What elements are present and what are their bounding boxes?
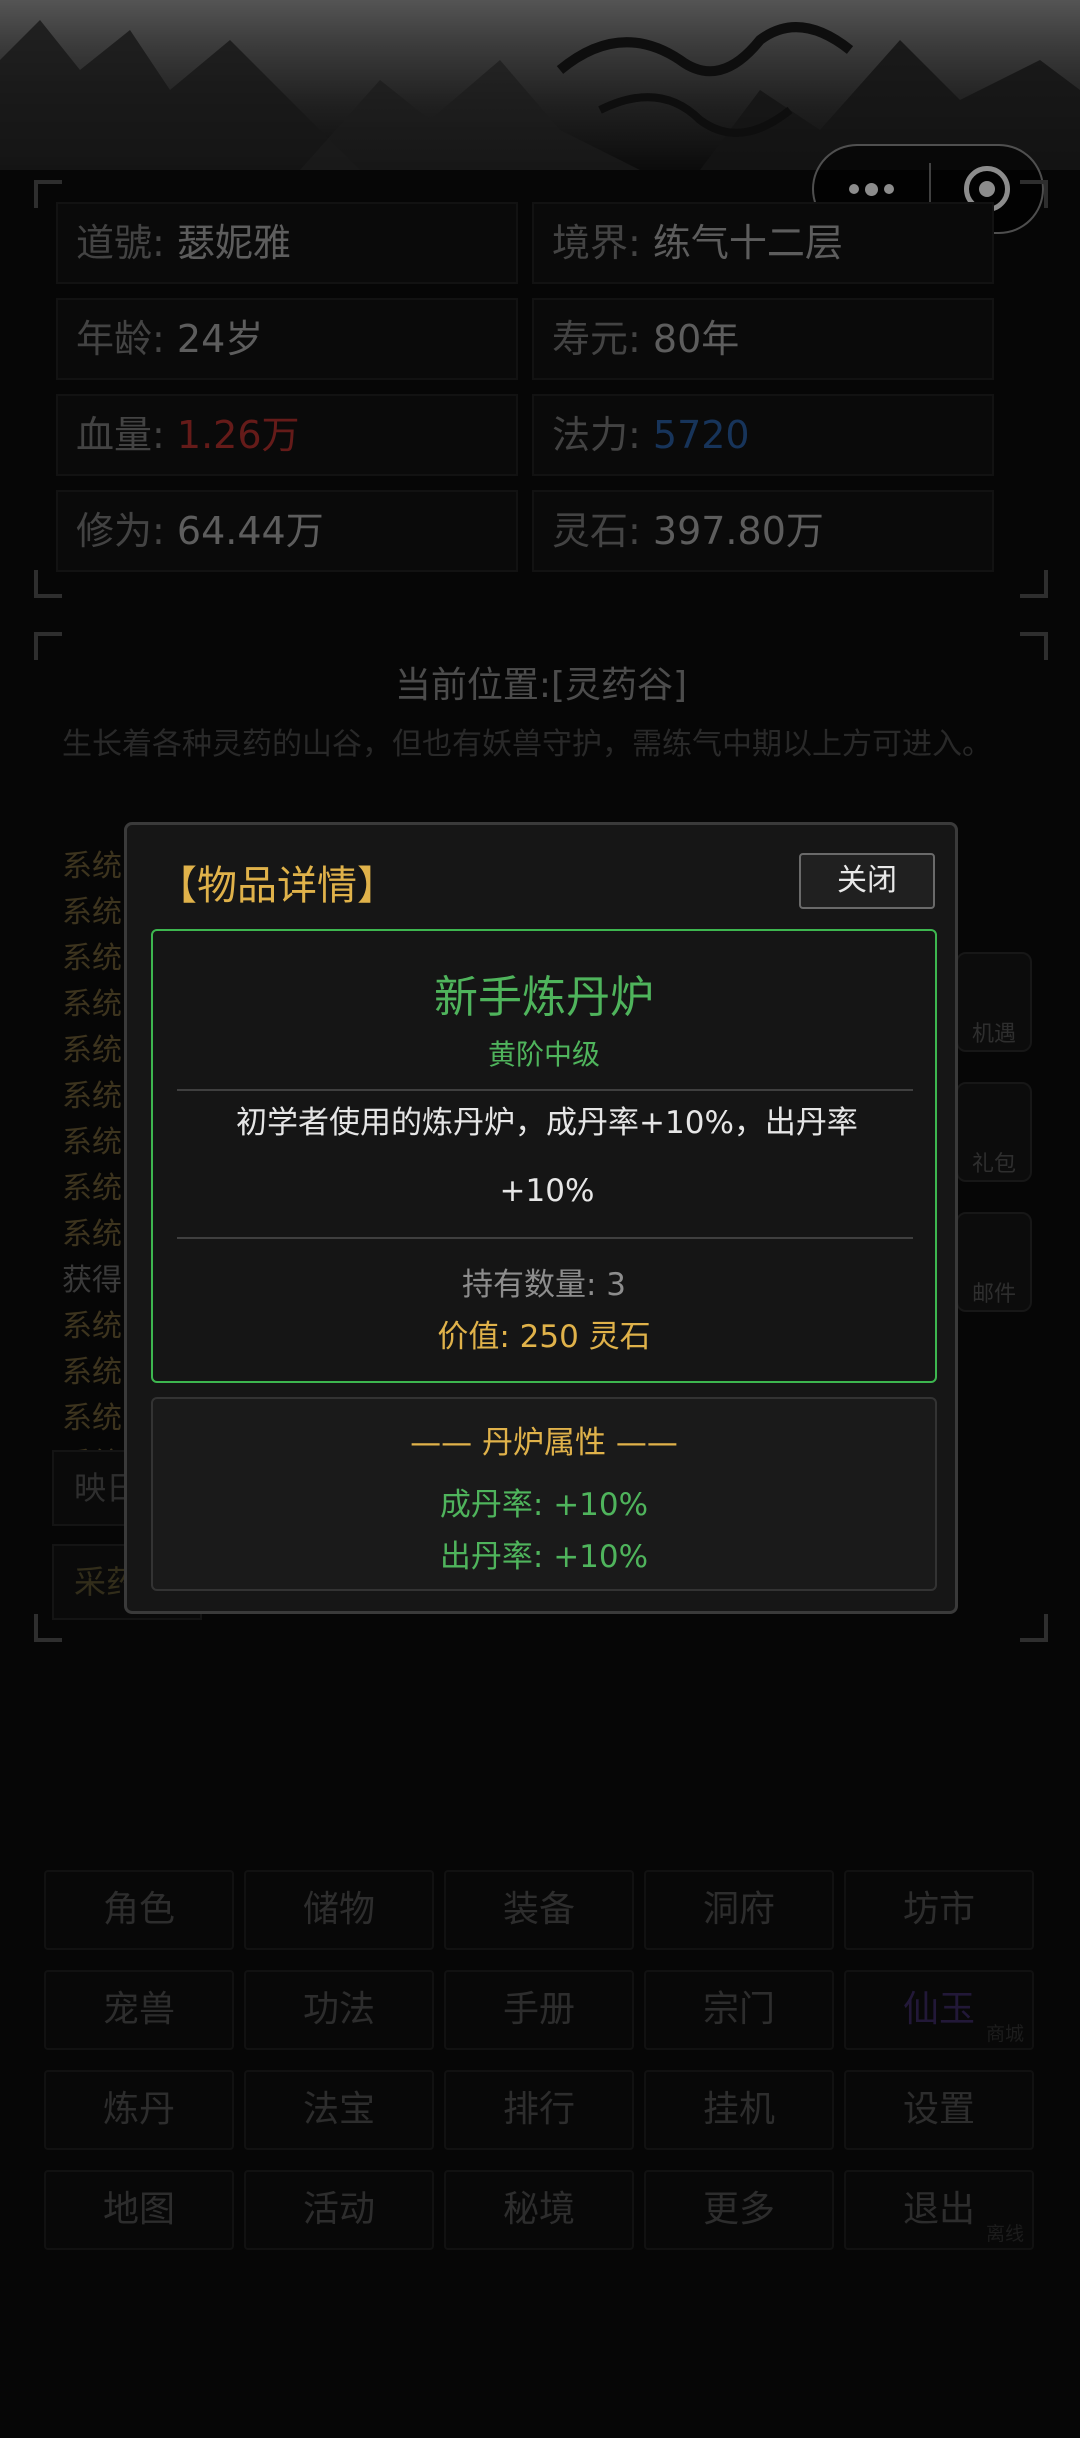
item-info-card: 新手炼丹炉 黄阶中级 初学者使用的炼丹炉，成丹率+10%，出丹率+10% 持有数…: [151, 929, 937, 1383]
attribute-line: 出丹率: +10%: [439, 1539, 649, 1575]
modal-title: 【物品详情】: [157, 863, 397, 909]
item-value: 价值: 250 灵石: [437, 1319, 651, 1355]
divider: [177, 1237, 913, 1239]
item-description: 初学者使用的炼丹炉，成丹率+10%，出丹率+10%: [236, 1105, 858, 1209]
item-detail-modal: 【物品详情】 关闭 新手炼丹炉 黄阶中级 初学者使用的炼丹炉，成丹率+10%，出…: [124, 822, 958, 1614]
item-quantity: 持有数量: 3: [461, 1267, 627, 1303]
game-page: 道號: 瑟妮雅 境界: 练气十二层 年龄: 24岁 寿元: 80年 血量: 1.…: [0, 0, 1080, 2438]
item-grade: 黄阶中级: [487, 1038, 600, 1071]
attributes-title: —— 丹炉属性 ——: [410, 1425, 678, 1461]
furnace-attributes-card: —— 丹炉属性 —— 成丹率: +10% 出丹率: +10%: [151, 1397, 937, 1591]
close-button[interactable]: 关闭: [799, 853, 935, 909]
item-name: 新手炼丹炉: [434, 972, 654, 1023]
attribute-line: 成丹率: +10%: [439, 1487, 649, 1523]
